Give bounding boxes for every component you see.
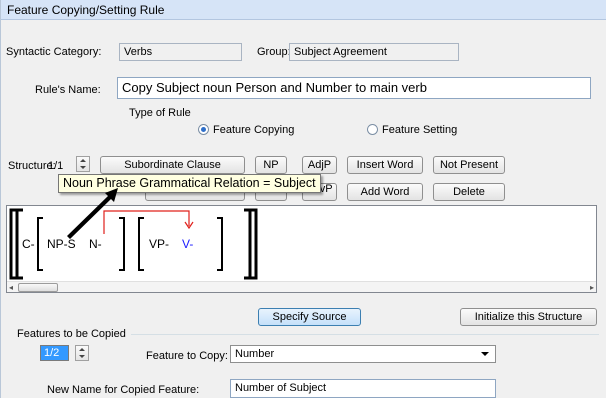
feature-to-copy-label: Feature to Copy: bbox=[146, 350, 228, 362]
spin-up-icon[interactable] bbox=[76, 346, 88, 353]
new-name-label: New Name for Copied Feature: bbox=[47, 384, 200, 396]
rule-name-label: Rule's Name: bbox=[35, 84, 101, 96]
new-name-input[interactable]: Number of Subject bbox=[230, 379, 496, 398]
delete-button[interactable]: Delete bbox=[433, 183, 505, 201]
horizontal-scrollbar[interactable]: ◂ ▸ bbox=[7, 281, 596, 292]
outer-bracket-right bbox=[244, 208, 258, 280]
syntactic-category-label: Syntactic Category: bbox=[6, 46, 102, 58]
subordinate-clause-button[interactable]: Subordinate Clause bbox=[100, 156, 245, 174]
chevron-down-icon bbox=[481, 352, 489, 356]
radio-feature-setting[interactable]: Feature Setting bbox=[367, 123, 457, 137]
rule-dialog: Feature Copying/Setting Rule Syntactic C… bbox=[0, 0, 606, 398]
scroll-right-icon[interactable]: ▸ bbox=[590, 283, 594, 292]
feature-to-copy-select[interactable]: Number bbox=[230, 345, 496, 363]
spin-down-icon[interactable] bbox=[76, 353, 88, 360]
features-group-divider bbox=[131, 334, 599, 335]
syntactic-category-field: Verbs bbox=[119, 43, 242, 61]
group-field: Subject Agreement bbox=[289, 43, 459, 61]
np-button[interactable]: NP bbox=[255, 156, 287, 174]
insert-word-button[interactable]: Insert Word bbox=[347, 156, 423, 174]
clause-label: C- bbox=[22, 237, 35, 251]
adjp-button[interactable]: AdjP bbox=[302, 156, 337, 174]
features-group-label: Features to be Copied bbox=[17, 328, 126, 340]
not-present-button[interactable]: Not Present bbox=[433, 156, 505, 174]
structure-spinner[interactable] bbox=[76, 156, 90, 172]
spin-up-icon[interactable] bbox=[77, 157, 89, 164]
feature-index-spinner[interactable] bbox=[75, 345, 89, 361]
feature-to-copy-value: Number bbox=[235, 348, 275, 360]
radio-feature-setting-label: Feature Setting bbox=[382, 124, 458, 136]
annotation-arrow-icon bbox=[67, 188, 118, 239]
vp-node[interactable]: VP- bbox=[149, 237, 169, 251]
v-node[interactable]: V- bbox=[182, 237, 193, 251]
radio-selected-icon bbox=[198, 124, 209, 135]
specify-source-button[interactable]: Specify Source bbox=[258, 308, 361, 326]
rule-name-input[interactable]: Copy Subject noun Person and Number to m… bbox=[117, 77, 591, 99]
window-title: Feature Copying/Setting Rule bbox=[1, 0, 606, 20]
structure-index: 1/1 bbox=[48, 160, 64, 172]
group-label: Group: bbox=[257, 46, 291, 58]
initialize-structure-button[interactable]: Initialize this Structure bbox=[460, 308, 597, 326]
radio-feature-copying[interactable]: Feature Copying bbox=[198, 123, 294, 137]
add-word-button[interactable]: Add Word bbox=[347, 183, 423, 201]
spin-down-icon[interactable] bbox=[77, 164, 89, 171]
rule-type-label: Type of Rule bbox=[129, 107, 191, 119]
scrollbar-thumb[interactable] bbox=[18, 283, 58, 292]
radio-unselected-icon bbox=[367, 124, 378, 135]
radio-feature-copying-label: Feature Copying bbox=[213, 124, 295, 136]
scroll-left-icon[interactable]: ◂ bbox=[9, 283, 13, 292]
feature-index-field[interactable]: 1/2 bbox=[40, 345, 69, 361]
